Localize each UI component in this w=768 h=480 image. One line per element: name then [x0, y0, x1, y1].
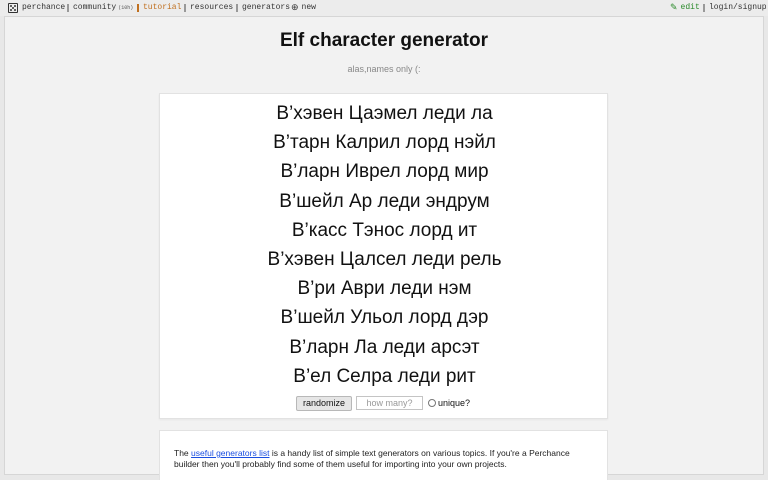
community-icon — [67, 4, 69, 12]
top-nav: perchance community (10h) tutorial resou… — [0, 0, 768, 16]
nav-login-label: login/signup — [709, 3, 767, 12]
name-line-7: В’ри Аври леди нэм — [297, 278, 472, 300]
nav-login[interactable]: login/signup — [703, 2, 767, 14]
nav-edit-label: edit — [680, 3, 700, 12]
user-icon — [703, 4, 705, 12]
nav-generators[interactable]: generators — [236, 2, 290, 14]
nav-community-label: community — [73, 3, 117, 12]
randomize-button[interactable]: randomize — [296, 395, 353, 411]
nav-perchance-label: perchance — [22, 3, 66, 12]
nav-edit[interactable]: ✎ edit — [670, 2, 700, 14]
name-line-2: В’тарн Калрил лорд нэйл — [273, 132, 496, 154]
name-line-3: В’ларн Иврел лорд мир — [280, 161, 489, 183]
name-line-6: В’хэвен Цалсел леди рель — [267, 248, 502, 270]
name-line-5: В’касс Тэнос лорд ит — [291, 219, 478, 241]
nav-tutorial-label: tutorial — [143, 3, 182, 12]
page-title: Elf character generator — [279, 30, 489, 51]
nav-perchance[interactable]: perchance — [8, 2, 65, 14]
pencil-icon: ✎ — [670, 3, 678, 13]
unique-label: unique? — [438, 398, 471, 408]
info-prefix: The — [174, 448, 189, 458]
tutorial-icon — [137, 4, 139, 12]
dice-icon — [8, 3, 18, 13]
community-count: (10h) — [118, 5, 134, 11]
names-list: В’хэвен Цаэмел леди ла В’тарн Калрил лор… — [160, 99, 609, 391]
output-card: В’хэвен Цаэмел леди ла В’тарн Калрил лор… — [159, 93, 608, 419]
nav-resources[interactable]: resources — [184, 2, 233, 14]
nav-new-label: new — [301, 3, 316, 12]
how-many-input[interactable] — [356, 396, 424, 410]
info-text: The useful generators list is a handy li… — [174, 448, 584, 470]
unique-checkbox[interactable] — [428, 399, 437, 407]
name-line-9: В’ларн Ла леди арсэт — [289, 336, 480, 358]
name-line-8: В’шейл Ульол лорд дэр — [280, 307, 489, 329]
useful-generators-link[interactable]: useful generators list — [191, 448, 269, 458]
resources-icon — [184, 4, 186, 12]
nav-generators-label: generators — [242, 3, 291, 12]
name-line-10: В’ел Селра леди рит — [293, 365, 476, 387]
generators-icon — [236, 4, 238, 12]
nav-tutorial[interactable]: tutorial — [137, 2, 181, 14]
nav-resources-label: resources — [190, 3, 234, 12]
nav-new[interactable]: ⊕ new — [291, 2, 316, 14]
name-line-1: В’хэвен Цаэмел леди ла — [276, 103, 493, 124]
controls-row: randomize unique? — [296, 395, 470, 411]
name-line-4: В’шейл Ар леди эндрум — [279, 190, 490, 212]
info-card: The useful generators list is a handy li… — [159, 430, 608, 480]
page-subtitle: alas,names only (: — [347, 64, 421, 74]
nav-community[interactable]: community (10h) — [67, 2, 133, 14]
plus-circle-icon: ⊕ — [291, 3, 299, 13]
